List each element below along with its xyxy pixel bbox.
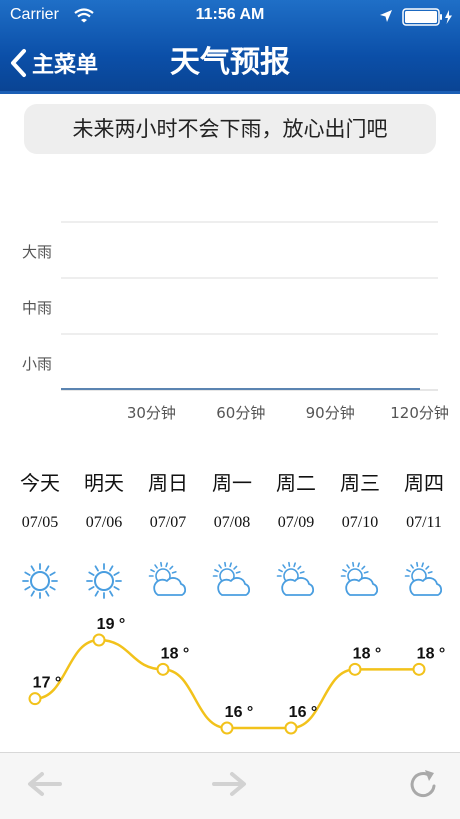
day-date: 07/05 <box>22 514 58 531</box>
chart-x-tick-label: 120分钟 <box>390 404 449 422</box>
chart-x-tick-label: 90分钟 <box>306 404 355 422</box>
temperature-label: 18 ° <box>161 645 190 662</box>
partly-cloudy-icon <box>148 561 187 596</box>
day-name: 周二 <box>276 471 316 495</box>
day-date: 07/10 <box>342 514 378 531</box>
day-date: 07/09 <box>278 514 314 531</box>
chevron-left-icon <box>11 49 26 77</box>
back-button[interactable]: 主菜单 <box>8 44 98 82</box>
day-date: 07/06 <box>86 514 122 531</box>
day-date: 07/07 <box>150 514 186 531</box>
bottom-toolbar <box>0 752 460 819</box>
chart-level-label: 小雨 <box>22 355 52 373</box>
location-arrow-icon <box>380 10 392 22</box>
sun-icon <box>22 563 58 599</box>
sun-icon <box>86 563 122 599</box>
partly-cloudy-icon <box>212 561 251 596</box>
partly-cloudy-icon <box>404 561 443 596</box>
partly-cloudy-icon <box>340 561 379 596</box>
temperature-point <box>28 692 42 706</box>
chart-level-label: 中雨 <box>22 299 52 317</box>
day-name: 周四 <box>404 471 444 495</box>
day-name: 周日 <box>148 471 188 495</box>
forward-arrow-icon[interactable] <box>210 769 250 799</box>
temperature-point <box>348 662 362 676</box>
navigation-bar: 主菜单 天气预报 <box>0 40 460 86</box>
chart-x-tick-label: 30分钟 <box>127 404 176 422</box>
temperature-point <box>220 721 234 735</box>
chart-x-tick-label: 60分钟 <box>216 404 265 422</box>
chart-level-label: 大雨 <box>22 243 52 261</box>
day-date: 07/11 <box>406 514 442 531</box>
daily-forecast: 今天 07/05 明天 07/06 周日 07/07 周一 07/08 周二 07/09 周三 07/… <box>20 471 446 735</box>
day-name: 明天 <box>84 471 124 495</box>
temperature-label: 17 ° <box>33 675 62 692</box>
partly-cloudy-icon <box>276 561 315 596</box>
status-bar: Carrier 11:56 AM <box>0 0 460 32</box>
day-name: 今天 <box>20 471 60 495</box>
temperature-label: 16 ° <box>225 704 254 721</box>
temperature-point <box>92 633 106 647</box>
temperature-point <box>412 662 426 676</box>
day-name: 周一 <box>212 471 252 495</box>
back-arrow-icon[interactable] <box>24 769 64 799</box>
temperature-label: 19 ° <box>97 616 126 633</box>
refresh-icon[interactable] <box>406 767 440 801</box>
rain-forecast-chart: 小雨 中雨 大雨 30分钟 60分钟 90分钟 120分钟 <box>22 221 449 422</box>
temperature-label: 16 ° <box>289 704 318 721</box>
day-date: 07/08 <box>214 514 250 531</box>
back-button-label: 主菜单 <box>32 53 99 78</box>
temperature-label: 18 ° <box>353 645 382 662</box>
temperature-point <box>284 721 298 735</box>
battery-icon <box>402 8 452 26</box>
temperature-point <box>156 662 170 676</box>
temperature-label: 18 ° <box>417 645 446 662</box>
day-name: 周三 <box>340 471 380 495</box>
rain-notice: 未来两小时不会下雨，放心出门吧 <box>24 104 436 154</box>
